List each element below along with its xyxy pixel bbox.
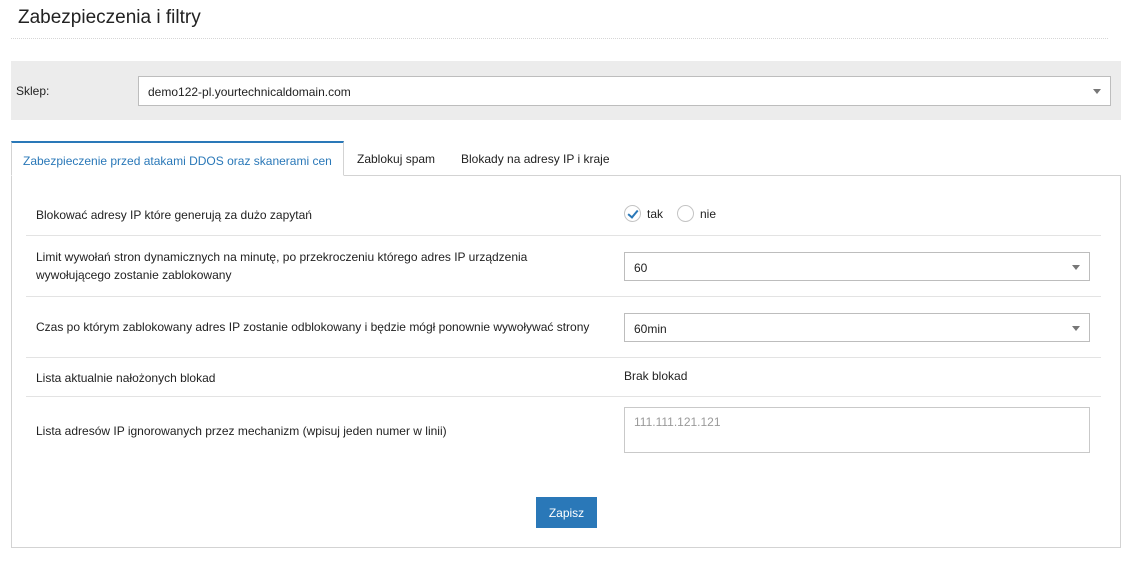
current-blocks-value: Brak blokad [624,369,688,383]
radio-tak-label: tak [647,206,664,221]
page-title: Zabezpieczenia i filtry [18,7,201,28]
form-row-unblock-time: Czas po którym zablokowany adres IP zost… [26,297,1101,358]
shop-select-value: demo122-pl.yourtechnicaldomain.com [148,85,351,99]
ignored-ips-label: Lista adresów IP ignorowanych przez mech… [36,424,447,438]
limit-select-value: 60 [634,261,648,275]
form-row-limit: Limit wywołań stron dynamicznych na minu… [26,236,1101,297]
form-row-ignored-ips: Lista adresów IP ignorowanych przez mech… [26,397,1101,457]
shop-select[interactable]: demo122-pl.yourtechnicaldomain.com [138,76,1111,106]
limit-label: Limit wywołań stron dynamicznych na minu… [36,248,527,284]
form-row-block-ip: Blokować adresy IP które generują za duż… [26,198,1101,236]
ignored-ips-placeholder: 111.111.121.121 [634,415,721,429]
radio-tak[interactable]: tak [624,205,663,222]
limit-label-line2: wywołującego zostanie zablokowany [36,268,232,282]
chevron-down-icon [1093,89,1101,94]
tab-label: Blokady na adresy IP i kraje [461,152,610,166]
title-divider [11,38,1108,39]
radio-nie-label: nie [700,206,717,221]
tab-ip-country-blocks[interactable]: Blokady na adresy IP i kraje [461,141,610,176]
shop-label: Sklep: [16,84,50,98]
current-blocks-label: Lista aktualnie nałożonych blokad [36,371,216,385]
chevron-down-icon [1072,326,1080,331]
radio-nie[interactable]: nie [677,205,716,222]
chevron-down-icon [1072,265,1080,270]
ignored-ips-textarea[interactable]: 111.111.121.121 [624,407,1090,453]
limit-select[interactable]: 60 [624,252,1090,281]
radio-unchecked-icon [677,205,694,222]
unblock-time-label: Czas po którym zablokowany adres IP zost… [36,320,590,334]
tab-label: Zabezpieczenie przed atakami DDOS oraz s… [23,154,332,168]
radio-checked-icon [624,205,641,222]
tab-label: Zablokuj spam [357,152,436,166]
tab-panel: Blokować adresy IP które generują za duż… [11,175,1121,548]
unblock-time-select[interactable]: 60min [624,313,1090,342]
tab-bar: Zabezpieczenie przed atakami DDOS oraz s… [11,141,1121,176]
unblock-time-select-value: 60min [634,322,667,336]
block-ip-label: Blokować adresy IP które generują za duż… [36,208,312,222]
tab-ddos-protection[interactable]: Zabezpieczenie przed atakami DDOS oraz s… [11,141,344,176]
limit-label-line1: Limit wywołań stron dynamicznych na minu… [36,250,528,264]
tab-block-spam[interactable]: Zablokuj spam [357,141,435,176]
form-row-current-blocks: Lista aktualnie nałożonych blokad Brak b… [26,358,1101,397]
save-button[interactable]: Zapisz [536,497,597,528]
shop-selector-bar: Sklep: demo122-pl.yourtechnicaldomain.co… [11,61,1121,120]
